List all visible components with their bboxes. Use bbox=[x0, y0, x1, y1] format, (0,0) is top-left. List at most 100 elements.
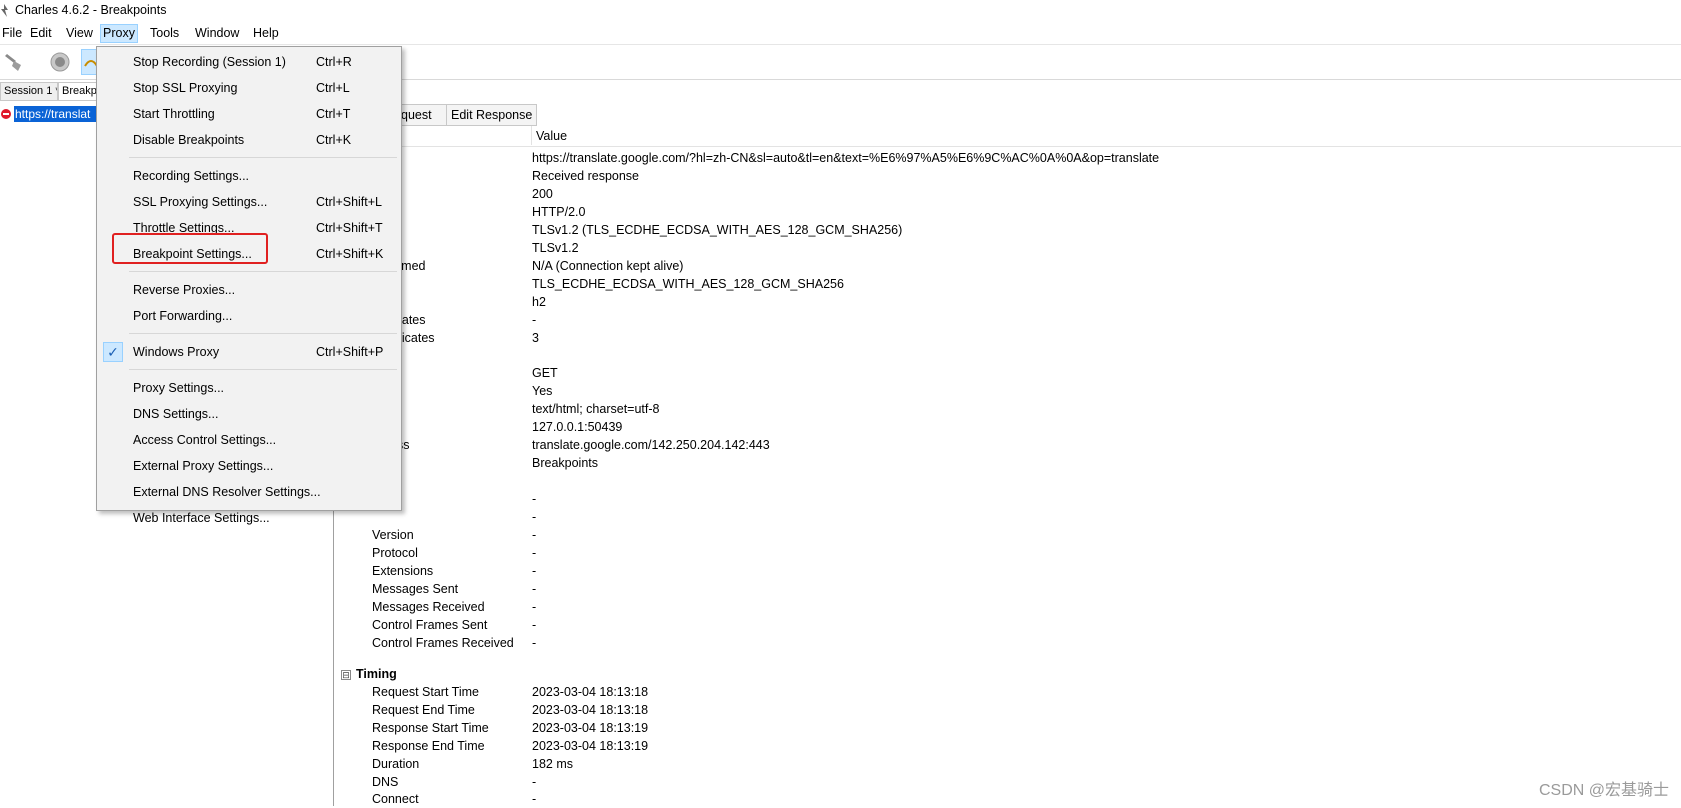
tab-edit-request[interactable]: quest bbox=[396, 104, 452, 126]
menu-item[interactable]: Access Control Settings... bbox=[97, 428, 401, 452]
timing-value[interactable]: 182 ms bbox=[532, 756, 573, 773]
timing-name: Response End Time bbox=[372, 738, 485, 753]
property-value[interactable]: https://translate.google.com/?hl=zh-CN&s… bbox=[532, 150, 1159, 167]
menu-item-label: DNS Settings... bbox=[133, 407, 219, 421]
timing-name: Request Start Time bbox=[372, 685, 479, 699]
property-value[interactable]: text/html; charset=utf-8 bbox=[532, 401, 659, 418]
property-value[interactable]: translate.google.com/142.250.204.142:443 bbox=[532, 437, 770, 454]
property-name: Extensions bbox=[372, 563, 434, 578]
property-name: Control Frames Received bbox=[372, 635, 514, 650]
menu-bar: File Edit View Proxy Tools Window Help bbox=[0, 22, 1681, 45]
property-value[interactable]: 200 bbox=[532, 186, 553, 203]
property-value[interactable]: 127.0.0.1:50439 bbox=[532, 419, 622, 436]
property-name: Control Frames Sent bbox=[372, 617, 488, 632]
column-value-header[interactable]: Value bbox=[531, 126, 567, 145]
menu-item-label: SSL Proxying Settings... bbox=[133, 195, 268, 209]
menu-item[interactable]: SSL Proxying Settings... Ctrl+Shift+L bbox=[97, 190, 401, 214]
menu-item[interactable]: Stop SSL Proxying Ctrl+L bbox=[97, 76, 401, 100]
menu-item-label: External Proxy Settings... bbox=[133, 459, 274, 473]
menu-tools[interactable]: Tools bbox=[148, 25, 181, 42]
property-value[interactable]: h2 bbox=[532, 294, 546, 311]
menu-item-shortcut: Ctrl+T bbox=[316, 107, 351, 121]
timing-value[interactable]: 2023-03-04 18:13:18 bbox=[532, 702, 648, 719]
property-value[interactable]: - bbox=[532, 527, 536, 544]
breakpoint-stop-icon bbox=[1, 109, 11, 119]
menu-item[interactable]: Reverse Proxies... bbox=[97, 278, 401, 302]
timing-section-title: Timing bbox=[356, 667, 397, 681]
property-value[interactable]: - bbox=[532, 635, 536, 652]
broom-icon[interactable] bbox=[4, 52, 26, 72]
property-value[interactable]: TLSv1.2 (TLS_ECDHE_ECDSA_WITH_AES_128_GC… bbox=[532, 222, 902, 239]
property-value[interactable]: N/A (Connection kept alive) bbox=[532, 258, 683, 275]
collapse-icon[interactable]: ⊟ bbox=[341, 670, 351, 680]
tab-session-1[interactable]: Session 1 * bbox=[0, 82, 58, 101]
menu-item-shortcut: Ctrl+R bbox=[316, 55, 352, 69]
menu-item-label: Stop Recording (Session 1) bbox=[133, 55, 286, 69]
property-value[interactable]: - bbox=[532, 563, 536, 580]
property-value[interactable]: - bbox=[532, 545, 536, 562]
menu-item[interactable]: Recording Settings... bbox=[97, 164, 401, 188]
menu-item-label: Web Interface Settings... bbox=[133, 511, 270, 525]
menu-item[interactable]: ✓ Windows Proxy Ctrl+Shift+P bbox=[97, 340, 401, 364]
menu-item-label: Disable Breakpoints bbox=[133, 133, 245, 147]
timing-section-header[interactable]: ⊟ Timing bbox=[334, 666, 634, 683]
menu-item[interactable]: Start Throttling Ctrl+T bbox=[97, 102, 401, 126]
tab-edit-response[interactable]: Edit Response bbox=[446, 104, 538, 126]
menu-item[interactable]: Disable Breakpoints Ctrl+K bbox=[97, 128, 401, 152]
menu-item-shortcut: Ctrl+Shift+K bbox=[316, 247, 384, 261]
property-value[interactable]: - bbox=[532, 491, 536, 508]
menu-item-shortcut: Ctrl+Shift+P bbox=[316, 345, 384, 359]
menu-separator bbox=[129, 369, 397, 370]
menu-help[interactable]: Help bbox=[251, 25, 281, 42]
menu-item-label: Access Control Settings... bbox=[133, 433, 277, 447]
timing-value[interactable]: - bbox=[532, 774, 536, 791]
watermark: CSDN @宏基骑士 bbox=[1538, 782, 1669, 799]
property-value[interactable]: - bbox=[532, 599, 536, 616]
property-value[interactable]: Breakpoints bbox=[532, 455, 598, 472]
menu-view[interactable]: View bbox=[64, 25, 95, 42]
property-value[interactable]: - bbox=[532, 617, 536, 634]
property-value[interactable]: Yes bbox=[532, 383, 552, 400]
timing-name: Request End Time bbox=[372, 702, 475, 717]
menu-item[interactable]: External DNS Resolver Settings... bbox=[97, 480, 401, 504]
property-value[interactable]: - bbox=[532, 509, 536, 526]
property-value[interactable]: TLS_ECDHE_ECDSA_WITH_AES_128_GCM_SHA256 bbox=[532, 276, 844, 293]
menu-window[interactable]: Window bbox=[193, 25, 241, 42]
property-value[interactable]: 3 bbox=[532, 330, 539, 347]
detail-pane: quest Edit Response Value https://transl… bbox=[333, 80, 1681, 806]
menu-item-label: Recording Settings... bbox=[133, 169, 250, 183]
property-value[interactable]: GET bbox=[532, 365, 558, 382]
record-icon[interactable] bbox=[50, 52, 70, 72]
menu-item-label: Start Throttling bbox=[133, 107, 215, 121]
title-bar: Charles 4.6.2 - Breakpoints bbox=[0, 0, 1681, 22]
menu-item[interactable]: Port Forwarding... bbox=[97, 304, 401, 328]
menu-edit[interactable]: Edit bbox=[28, 25, 54, 42]
menu-separator bbox=[129, 157, 397, 158]
timing-value[interactable]: 2023-03-04 18:13:19 bbox=[532, 720, 648, 737]
timing-name: DNS bbox=[372, 774, 399, 789]
property-name: Messages Received bbox=[372, 599, 485, 614]
property-value[interactable]: - bbox=[532, 581, 536, 598]
menu-item[interactable]: Stop Recording (Session 1) Ctrl+R bbox=[97, 50, 401, 74]
menu-item-label: External DNS Resolver Settings... bbox=[133, 485, 321, 499]
tree-item-label[interactable]: https://translat bbox=[14, 106, 105, 122]
property-name: Protocol bbox=[372, 545, 418, 560]
menu-proxy[interactable]: Proxy bbox=[100, 24, 138, 43]
session-tabs: Session 1 * Breakp bbox=[0, 80, 110, 101]
menu-item-label: Windows Proxy bbox=[133, 345, 220, 359]
property-value[interactable]: TLSv1.2 bbox=[532, 240, 579, 257]
property-name: Messages Sent bbox=[372, 581, 459, 596]
menu-item[interactable]: Web Interface Settings... bbox=[97, 506, 401, 530]
menu-item[interactable]: DNS Settings... bbox=[97, 402, 401, 426]
timing-value[interactable]: 2023-03-04 18:13:19 bbox=[532, 738, 648, 755]
property-value[interactable]: - bbox=[532, 312, 536, 329]
menu-separator bbox=[129, 271, 397, 272]
checkmark-icon: ✓ bbox=[103, 342, 123, 362]
property-value[interactable]: Received response bbox=[532, 168, 639, 185]
menu-item[interactable]: Proxy Settings... bbox=[97, 376, 401, 400]
timing-value[interactable]: 2023-03-04 18:13:18 bbox=[532, 684, 648, 701]
column-header: Value bbox=[334, 126, 1681, 147]
menu-file[interactable]: File bbox=[0, 25, 24, 42]
property-value[interactable]: HTTP/2.0 bbox=[532, 204, 586, 221]
menu-item[interactable]: External Proxy Settings... bbox=[97, 454, 401, 478]
